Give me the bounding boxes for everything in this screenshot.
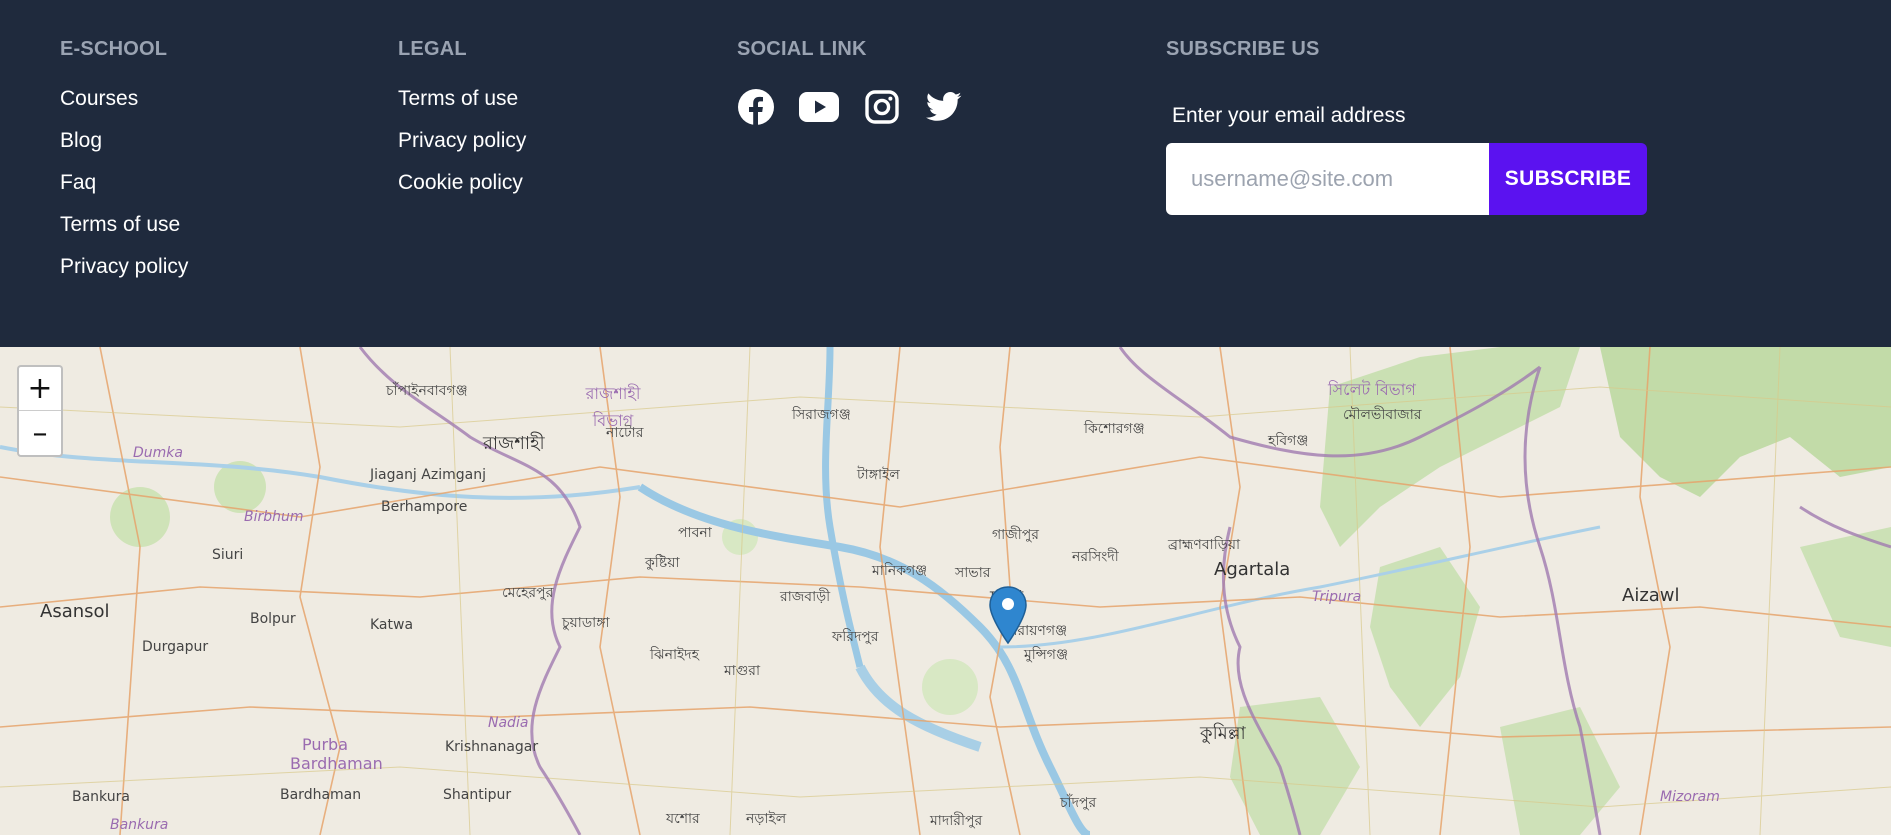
map-label: Shantipur [443, 787, 512, 803]
social-title: SOCIAL LINK [737, 38, 867, 60]
map-label: Bardhaman [280, 787, 362, 803]
map-label: Jiaganj Azimganj [370, 467, 486, 483]
map-label: চাঁদপুর [1060, 795, 1097, 811]
subscribe-column: SUBSCRIBE US [1166, 38, 1320, 61]
zoom-control: + – [17, 365, 63, 457]
link-terms-of-use[interactable]: Terms of use [60, 210, 180, 240]
link-blog[interactable]: Blog [60, 126, 102, 156]
map-label: নরসিংদী [1072, 549, 1119, 565]
map-label: হবিগঞ্জ [1268, 433, 1309, 449]
legal-title: LEGAL [398, 38, 467, 60]
map-label: Bolpur [250, 611, 296, 627]
instagram-icon[interactable] [863, 88, 901, 126]
link-courses[interactable]: Courses [60, 84, 138, 114]
map-label: সিলেট বিভাগ [1328, 380, 1416, 399]
map-label: সাভার [955, 565, 991, 581]
subscribe-form: SUBSCRIBE [1166, 143, 1647, 215]
map-label: ঝিনাইদহ [650, 647, 700, 663]
legal-link-terms-of-use[interactable]: Terms of use [398, 84, 518, 114]
map-label: চাঁপাইনবাবগঞ্জ [386, 383, 468, 399]
map-label: চুয়াডাঙ্গা [562, 615, 610, 631]
social-column: SOCIAL LINK [737, 38, 867, 61]
map-label: নড়াইল [746, 811, 787, 827]
map-label: Bankura [110, 817, 169, 833]
eschool-column: E-SCHOOL Courses Blog Faq Terms of use P… [60, 38, 188, 294]
youtube-icon[interactable] [799, 88, 839, 126]
map-label: মাগুরা [724, 663, 761, 679]
map-label: মানিকগঞ্জ [872, 563, 928, 579]
map-label: কিশোরগঞ্জ [1084, 421, 1145, 437]
map-label: সিরাজগঞ্জ [792, 407, 851, 423]
map-label: রাজশাহী [483, 433, 545, 454]
map-marker-icon[interactable] [988, 585, 1028, 645]
map-label: Katwa [370, 617, 414, 633]
zoom-in-button[interactable]: + [19, 367, 61, 411]
map-label: টাঙ্গাইল [857, 467, 900, 483]
map-label: Mizoram [1660, 789, 1720, 805]
map-label: মৌলভীবাজার [1343, 407, 1422, 423]
map-label: Birbhum [244, 509, 304, 525]
map-label: Siuri [212, 547, 244, 563]
map-label: মেহেরপুর [502, 585, 554, 601]
map-label: কুমিল্লা [1200, 723, 1246, 744]
map-label: রাজবাড়ী [780, 589, 831, 605]
map-label: মুন্সিগঞ্জ [1024, 647, 1068, 663]
map-tiles [0, 347, 1891, 835]
location-map[interactable]: + – চাঁপাইনবাবগঞ্জ রাজশাহী বিভাগ রাজশাহী… [0, 347, 1891, 835]
legal-column: LEGAL Terms of use Privacy policy Cookie… [398, 38, 526, 210]
map-label: Agartala [1214, 559, 1291, 580]
email-input[interactable] [1166, 143, 1489, 215]
link-privacy-policy[interactable]: Privacy policy [60, 252, 188, 282]
map-label: ব্রাহ্মণবাড়িয়া [1168, 537, 1241, 553]
facebook-icon[interactable] [737, 88, 775, 126]
twitter-icon[interactable] [925, 88, 963, 126]
legal-link-cookie-policy[interactable]: Cookie policy [398, 168, 523, 198]
map-label: নাটোর [606, 425, 644, 441]
map-label: Aizawl [1622, 585, 1680, 606]
map-label: মাদারীপুর [930, 813, 983, 829]
map-label: Asansol [40, 601, 110, 622]
map-label: Krishnanagar [445, 739, 539, 755]
map-label: Berhampore [381, 499, 468, 515]
map-label: গাজীপুর [992, 527, 1039, 543]
social-icons [737, 88, 987, 126]
map-label: যশোর [666, 811, 700, 827]
map-label: Nadia [488, 715, 529, 731]
map-label: Tripura [1312, 589, 1362, 605]
map-label: Durgapur [142, 639, 209, 655]
subscribe-button[interactable]: SUBSCRIBE [1489, 143, 1647, 215]
map-label: পাবনা [678, 525, 712, 541]
subscribe-title: SUBSCRIBE US [1166, 38, 1320, 60]
map-label: Purba Bardhaman [290, 735, 383, 773]
eschool-title: E-SCHOOL [60, 38, 168, 60]
eschool-links: Courses Blog Faq Terms of use Privacy po… [60, 84, 188, 294]
legal-link-privacy-policy[interactable]: Privacy policy [398, 126, 526, 156]
map-label: Bankura [72, 789, 130, 805]
site-footer: E-SCHOOL Courses Blog Faq Terms of use P… [0, 0, 1891, 347]
map-label: কুষ্টিয়া [645, 555, 680, 571]
zoom-out-button[interactable]: – [19, 411, 61, 455]
subscribe-label: Enter your email address [1172, 104, 1406, 127]
legal-links: Terms of use Privacy policy Cookie polic… [398, 84, 526, 210]
map-label: Dumka [133, 445, 183, 461]
map-label: ফরিদপুর [832, 629, 879, 645]
link-faq[interactable]: Faq [60, 168, 96, 198]
